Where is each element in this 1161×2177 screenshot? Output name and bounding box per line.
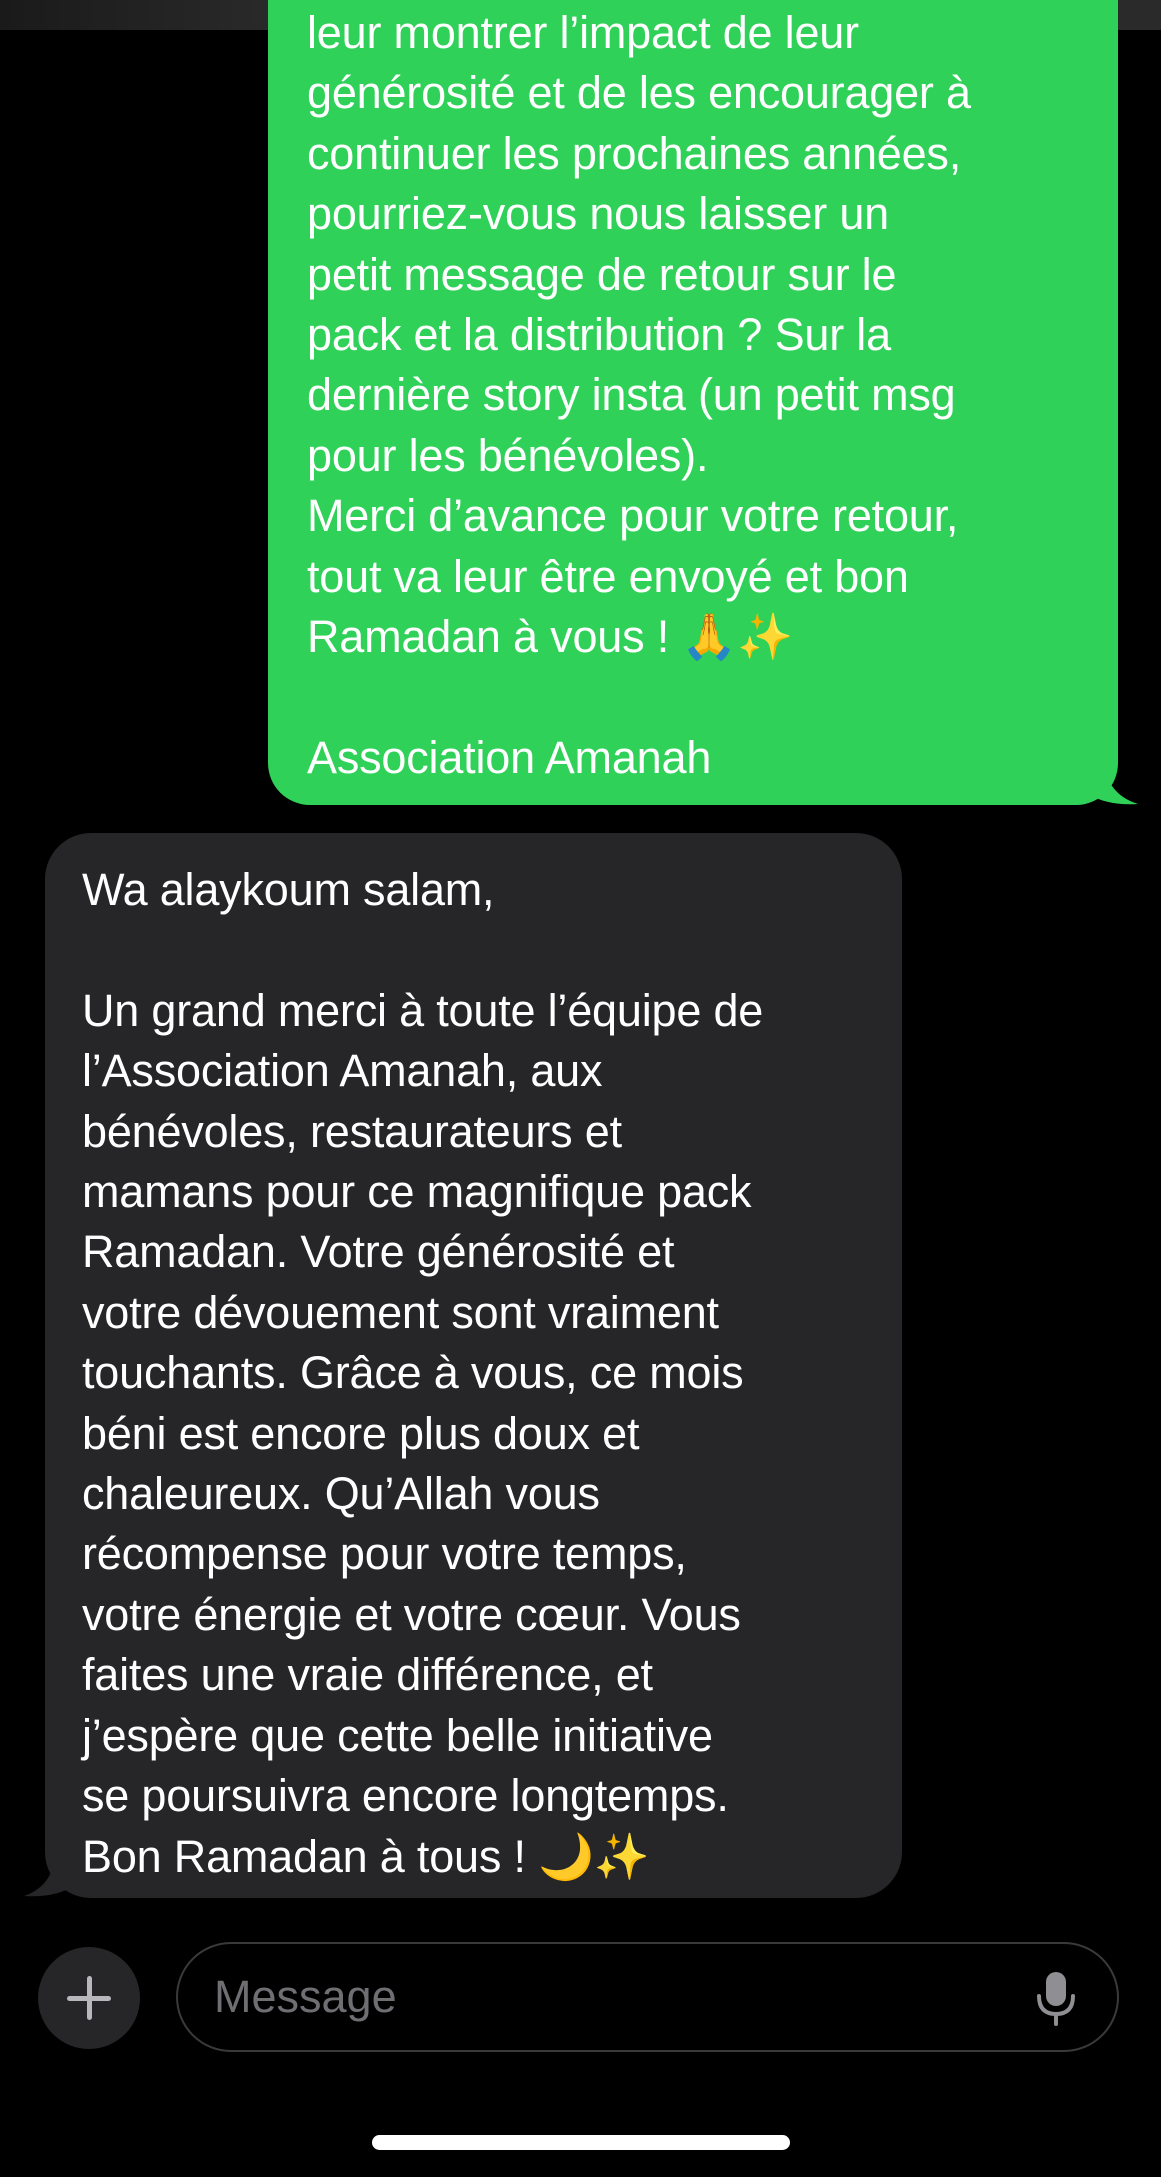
message-input-field[interactable] (176, 1942, 1119, 2052)
home-indicator[interactable] (372, 2135, 790, 2150)
outgoing-message-bubble[interactable]: leur montrer l’impact de leur générosité… (268, 0, 1118, 805)
message-input[interactable] (214, 1944, 994, 2049)
message-thread[interactable]: leur montrer l’impact de leur générosité… (0, 0, 1161, 1930)
message-composer (0, 1930, 1161, 2090)
add-attachment-button[interactable] (38, 1947, 140, 2049)
outgoing-bubble-tail (1086, 760, 1138, 805)
microphone-icon[interactable] (1036, 1970, 1076, 2026)
incoming-message-bubble[interactable]: Wa alaykoum salam, Un grand merci à tout… (45, 833, 902, 1898)
plus-icon (67, 1976, 111, 2020)
incoming-bubble-tail (24, 1850, 76, 1897)
